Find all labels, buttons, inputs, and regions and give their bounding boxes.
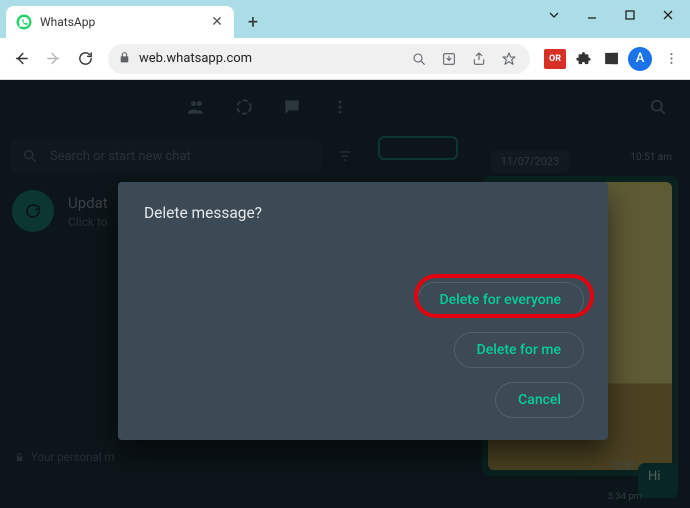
dialog-title: Delete message?: [144, 204, 582, 222]
tab-title: WhatsApp: [40, 15, 202, 29]
browser-toolbar: web.whatsapp.com OR A: [0, 38, 690, 80]
share-icon[interactable]: [468, 48, 490, 70]
dialog-actions: Delete for everyone Delete for me Cancel: [417, 282, 585, 418]
extensions-group: OR A: [544, 47, 682, 71]
avatar-letter: A: [636, 51, 645, 66]
address-bar[interactable]: web.whatsapp.com: [108, 44, 530, 74]
delete-for-everyone-button[interactable]: Delete for everyone: [417, 282, 585, 318]
window-minimize-icon[interactable]: [574, 2, 610, 28]
browser-menu-icon[interactable]: [660, 48, 682, 70]
delete-message-dialog: Delete message? Delete for everyone Dele…: [118, 182, 608, 440]
browser-tab[interactable]: WhatsApp ✕: [6, 6, 234, 38]
window-controls: [536, 2, 686, 28]
nav-back-icon[interactable]: [8, 46, 34, 72]
profile-avatar[interactable]: A: [628, 47, 652, 71]
window-close-icon[interactable]: [650, 2, 686, 28]
delete-for-me-button[interactable]: Delete for me: [454, 332, 584, 368]
nav-forward-icon[interactable]: [40, 46, 66, 72]
extensions-puzzle-icon[interactable]: [572, 48, 594, 70]
new-tab-button[interactable]: +: [240, 9, 266, 35]
bookmark-star-icon[interactable]: [498, 48, 520, 70]
tab-dropdown-icon[interactable]: [536, 2, 572, 28]
whatsapp-app: Search or start new chat Updat Click to …: [0, 80, 690, 508]
omnibox-search-icon[interactable]: [408, 48, 430, 70]
url-text: web.whatsapp.com: [139, 51, 400, 66]
window-titlebar: WhatsApp ✕ +: [0, 0, 690, 38]
tab-close-icon[interactable]: ✕: [210, 15, 224, 29]
lock-icon: [118, 49, 131, 68]
install-app-icon[interactable]: [438, 48, 460, 70]
whatsapp-favicon-icon: [16, 14, 32, 30]
extension-or-badge[interactable]: OR: [544, 49, 566, 69]
side-panel-icon[interactable]: [600, 48, 622, 70]
window-maximize-icon[interactable]: [612, 2, 648, 28]
nav-reload-icon[interactable]: [72, 46, 98, 72]
cancel-button[interactable]: Cancel: [495, 382, 584, 418]
